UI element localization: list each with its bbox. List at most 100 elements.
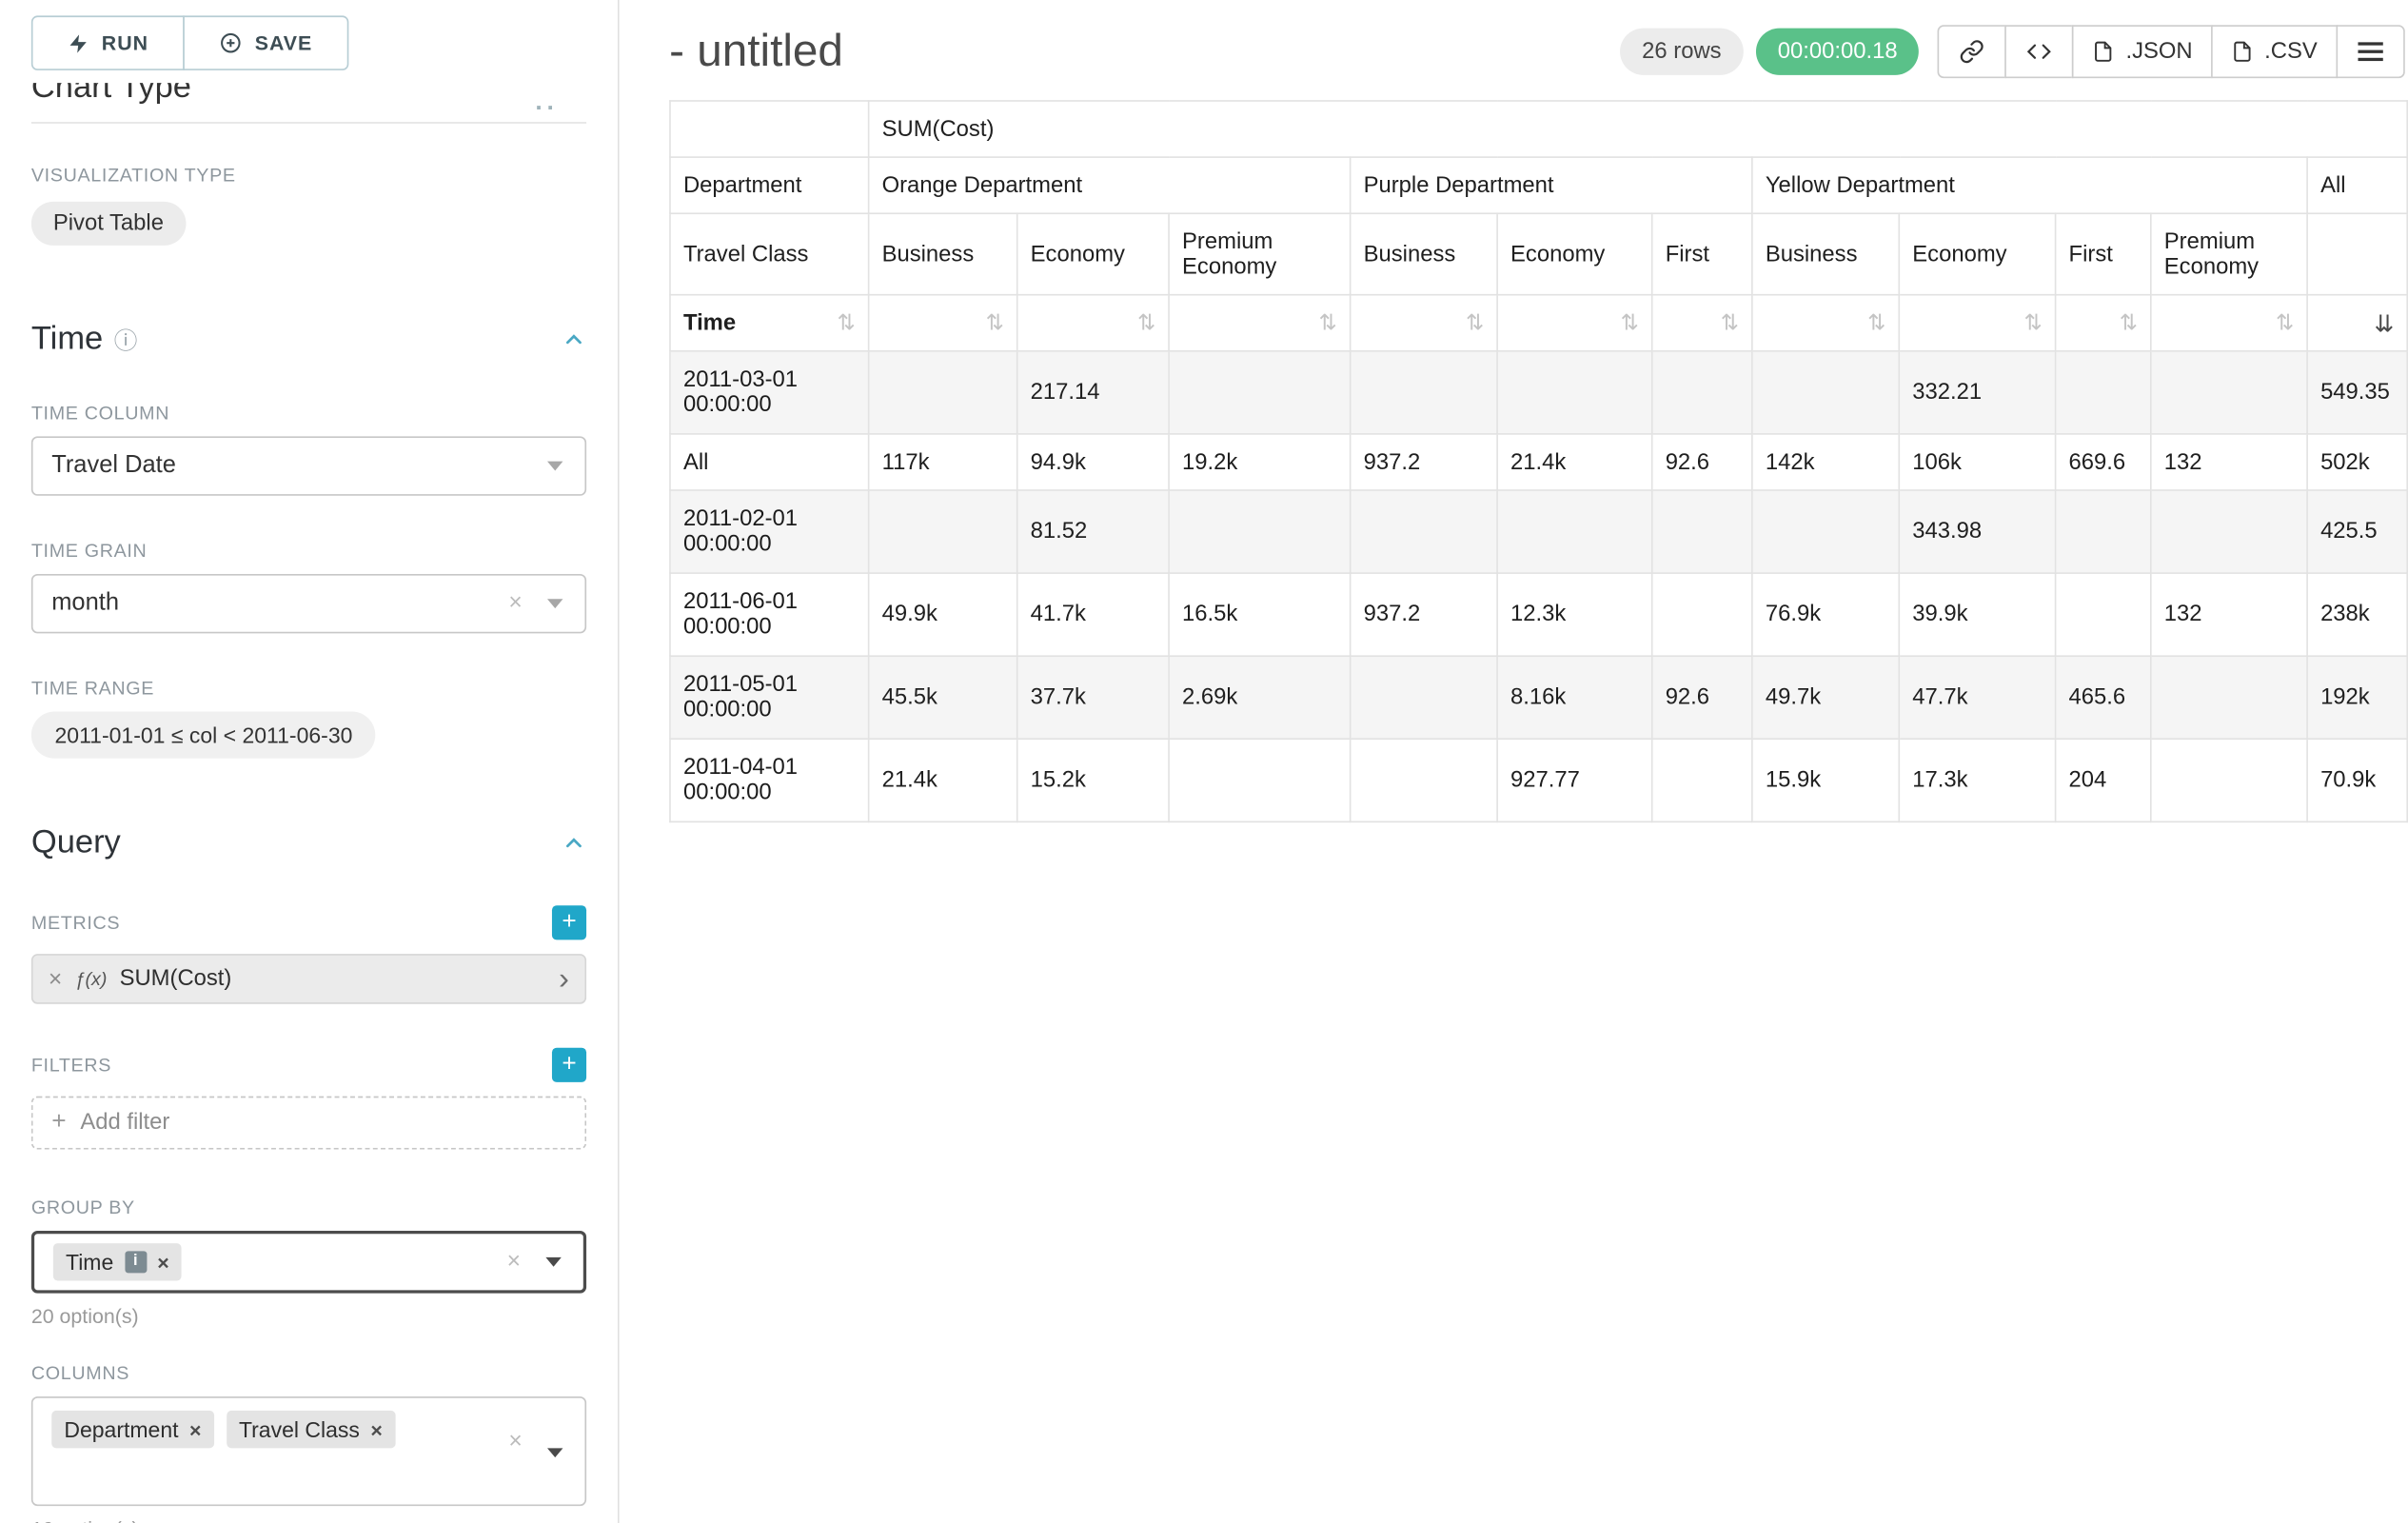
- group-by-tag-label: Time: [66, 1250, 113, 1275]
- column-sort-header[interactable]: ⇅: [2056, 295, 2151, 351]
- sort-icon[interactable]: ⇅: [1318, 310, 1336, 335]
- chevron-up-icon[interactable]: [562, 326, 586, 351]
- columns-tag[interactable]: Department ×: [51, 1411, 213, 1448]
- pivot-cell: 49.9k: [869, 573, 1017, 656]
- visualization-type-pill[interactable]: Pivot Table: [31, 202, 186, 246]
- time-range-pill[interactable]: 2011-01-01 ≤ col < 2011-06-30: [31, 712, 376, 759]
- pivot-cell: [1351, 351, 1497, 434]
- corner-cell: [670, 101, 869, 157]
- sort-icon[interactable]: ⇅: [1721, 310, 1739, 335]
- column-sort-header[interactable]: ⇅: [1652, 295, 1752, 351]
- menu-button[interactable]: [2336, 25, 2404, 78]
- column-sort-header[interactable]: ⇅: [1752, 295, 1899, 351]
- sort-icon[interactable]: ⇅: [2023, 310, 2042, 335]
- sort-icon[interactable]: ⇅: [2276, 310, 2294, 335]
- row-time-label: All: [670, 434, 869, 490]
- column-sort-header[interactable]: ⇅: [1899, 295, 2055, 351]
- remove-tag-icon[interactable]: ×: [157, 1250, 168, 1274]
- row-time-label: 2011-06-01 00:00:00: [670, 573, 869, 656]
- columns-select[interactable]: Department × Travel Class × ×: [31, 1396, 586, 1506]
- filters-header-row: FILTERS +: [31, 1048, 586, 1082]
- pivot-cell: 332.21: [1899, 351, 2055, 434]
- sort-icon[interactable]: ⇅: [1466, 310, 1484, 335]
- pivot-cell: 21.4k: [869, 739, 1017, 821]
- pivot-cell: 132: [2151, 573, 2307, 656]
- remove-tag-icon[interactable]: ×: [189, 1417, 201, 1441]
- group-by-tag[interactable]: Time i ×: [53, 1243, 182, 1280]
- save-button[interactable]: SAVE: [183, 15, 348, 70]
- metric-pill[interactable]: × ƒ(x) SUM(Cost) ›: [31, 954, 586, 1004]
- table-row: All117k94.9k19.2k937.221.4k92.6142k106k6…: [670, 434, 2407, 490]
- sort-icon[interactable]: ⇅: [985, 310, 1003, 335]
- chart-title[interactable]: - untitled: [669, 26, 843, 77]
- columns-tag[interactable]: Travel Class ×: [227, 1411, 395, 1448]
- column-sort-header[interactable]: ⇅: [1497, 295, 1652, 351]
- column-sort-header[interactable]: ⇅: [1351, 295, 1497, 351]
- sort-icon[interactable]: ⇅: [837, 310, 855, 335]
- pivot-cell: [1351, 739, 1497, 821]
- pivot-cell: 117k: [869, 434, 1017, 490]
- time-axis-label: Time: [683, 310, 736, 335]
- pivot-cell: 132: [2151, 434, 2307, 490]
- pivot-cell: [1652, 739, 1752, 821]
- caret-down-icon: [547, 1448, 563, 1457]
- add-metric-button[interactable]: +: [552, 905, 586, 940]
- pivot-cell: [2056, 490, 2151, 573]
- metric-header-row: SUM(Cost): [670, 101, 2407, 157]
- columns-options-hint: 19 option(s): [31, 1517, 586, 1523]
- pivot-cell: 49.7k: [1752, 656, 1899, 739]
- sort-icon[interactable]: ⇅: [2120, 310, 2138, 335]
- info-icon[interactable]: i: [125, 1251, 147, 1273]
- column-sort-header[interactable]: ⇅: [2151, 295, 2307, 351]
- travel-class-header: First: [1652, 213, 1752, 294]
- clear-icon[interactable]: ×: [507, 1246, 521, 1277]
- chart-header-controls: 26 rows 00:00:00.18 .JSON .CSV: [1620, 25, 2405, 78]
- remove-metric-icon[interactable]: ×: [49, 965, 62, 992]
- time-grain-select[interactable]: month ×: [31, 574, 586, 633]
- export-json-label: .JSON: [2125, 39, 2192, 64]
- department-group-header: Yellow Department: [1752, 157, 2307, 213]
- pivot-cell: [2056, 351, 2151, 434]
- travel-class-header: Business: [1752, 213, 1899, 294]
- pivot-cell: 425.5: [2307, 490, 2407, 573]
- chevron-up-icon[interactable]: [562, 830, 586, 855]
- pivot-cell: [869, 490, 1017, 573]
- time-column-select[interactable]: Travel Date: [31, 436, 586, 495]
- time-sort-header[interactable]: Time ⇅: [670, 295, 869, 351]
- plus-icon: +: [51, 1109, 66, 1137]
- add-filter-plus-button[interactable]: +: [552, 1048, 586, 1082]
- column-sort-header[interactable]: ⇊: [2307, 295, 2407, 351]
- chart-header: - untitled 26 rows 00:00:00.18 .JSON: [669, 25, 2405, 78]
- row-count-badge: 26 rows: [1620, 29, 1743, 75]
- pivot-cell: 142k: [1752, 434, 1899, 490]
- sort-desc-icon[interactable]: ⇊: [2375, 308, 2395, 337]
- export-csv-button[interactable]: .CSV: [2211, 25, 2338, 78]
- column-sort-header[interactable]: ⇅: [869, 295, 1017, 351]
- copy-link-button[interactable]: [1938, 25, 2006, 78]
- remove-tag-icon[interactable]: ×: [370, 1417, 382, 1441]
- clear-icon[interactable]: ×: [508, 588, 522, 620]
- chevron-right-icon[interactable]: ›: [559, 963, 569, 995]
- row-time-label: 2011-05-01 00:00:00: [670, 656, 869, 739]
- column-sort-header[interactable]: ⇅: [1017, 295, 1169, 351]
- export-json-button[interactable]: .JSON: [2073, 25, 2213, 78]
- collapse-indicator: ··: [535, 95, 558, 117]
- table-row: 2011-05-01 00:00:0045.5k37.7k2.69k8.16k9…: [670, 656, 2407, 739]
- sort-icon[interactable]: ⇅: [1137, 310, 1155, 335]
- clear-icon[interactable]: ×: [508, 1426, 522, 1457]
- pivot-cell: 81.52: [1017, 490, 1169, 573]
- travel-class-axis-label: Travel Class: [670, 213, 869, 294]
- pivot-cell: [2151, 739, 2307, 821]
- group-by-label: GROUP BY: [31, 1197, 586, 1218]
- run-button[interactable]: RUN: [31, 15, 185, 70]
- column-sort-header[interactable]: ⇅: [1169, 295, 1351, 351]
- group-by-select[interactable]: Time i × ×: [31, 1231, 586, 1294]
- sort-icon[interactable]: ⇅: [1620, 310, 1638, 335]
- view-query-button[interactable]: [2005, 25, 2074, 78]
- explore-view: RUN SAVE Chart Type ·· VISUALIZATION TYP…: [0, 0, 2408, 1523]
- pivot-cell: 41.7k: [1017, 573, 1169, 656]
- sort-icon[interactable]: ⇅: [1867, 310, 1885, 335]
- pivot-cell: 92.6: [1652, 434, 1752, 490]
- info-icon[interactable]: ⓘ: [114, 323, 138, 356]
- add-filter-button[interactable]: + Add filter: [31, 1097, 586, 1150]
